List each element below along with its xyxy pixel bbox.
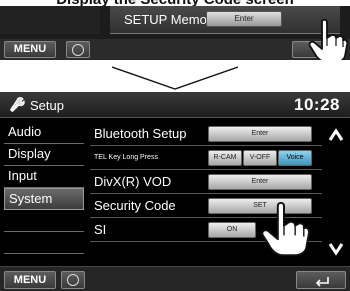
row-label: Security Code [94, 198, 176, 213]
setup-memory-enter-button[interactable]: Enter [206, 11, 282, 27]
setup-screen: Setup 10:28 Audio Display Input System B… [0, 92, 350, 291]
chevron-down-icon[interactable] [328, 242, 344, 261]
scroll-controls [326, 122, 346, 264]
back-button[interactable] [296, 271, 346, 289]
bottom-bar: MENU [0, 266, 350, 291]
sidebar-item-label: Audio [8, 124, 42, 139]
row-label: SI [94, 222, 107, 237]
si-on-button[interactable]: ON [208, 222, 256, 238]
chevron-up-icon[interactable] [328, 128, 344, 147]
sidebar-item-label: Display [8, 146, 51, 161]
v-off-option-button[interactable]: V-OFF [243, 150, 277, 166]
r-cam-option-button[interactable]: R-CAM [208, 150, 242, 166]
sidebar-item-label: Input [8, 168, 37, 183]
row-label: Bluetooth Setup [94, 126, 187, 141]
sidebar-item-audio[interactable]: Audio [4, 122, 84, 144]
voice-option-button[interactable]: Voice [278, 150, 312, 166]
bluetooth-enter-button[interactable]: Enter [208, 126, 312, 142]
sidebar-item-display[interactable]: Display [4, 144, 84, 166]
sidebar-item-label: System [9, 191, 53, 206]
wrench-setup-icon [8, 96, 26, 119]
top-bottom-bar: MENU [0, 39, 350, 60]
home-circle-icon[interactable] [66, 41, 90, 58]
back-arrow-icon [315, 277, 329, 287]
divx-enter-button[interactable]: Enter [208, 174, 312, 190]
sidebar: Audio Display Input System [4, 122, 84, 264]
sidebar-empty-slot [4, 210, 84, 232]
transition-arrow-icon [112, 66, 238, 90]
menu-button[interactable]: MENU [4, 41, 56, 58]
home-circle-icon[interactable] [61, 271, 85, 289]
pointing-hand-icon [261, 201, 310, 256]
sidebar-empty-slot [4, 232, 84, 254]
sidebar-item-system[interactable]: System [4, 188, 84, 210]
row-divx-vod: DivX(R) VOD Enter [90, 170, 322, 194]
top-left-panel [0, 6, 100, 34]
header-bar: Setup 10:28 [0, 92, 350, 118]
row-label: TEL Key Long Press [94, 154, 158, 161]
page-title: Setup [30, 98, 64, 113]
row-bluetooth-setup: Bluetooth Setup Enter [90, 122, 322, 146]
menu-button[interactable]: MENU [4, 271, 56, 289]
clock: 10:28 [294, 95, 340, 114]
top-excerpt: Display the Security Code screen SETUP M… [0, 0, 350, 60]
row-label: DivX(R) VOD [94, 174, 172, 189]
row-tel-key-long-press: TEL Key Long Press R-CAM V-OFF Voice [90, 146, 322, 170]
top-screen-crop: SETUP Memory Enter MENU [0, 6, 350, 60]
sidebar-item-input[interactable]: Input [4, 166, 84, 188]
pointing-hand-icon [308, 18, 348, 60]
setup-memory-label: SETUP Memory [124, 12, 218, 27]
